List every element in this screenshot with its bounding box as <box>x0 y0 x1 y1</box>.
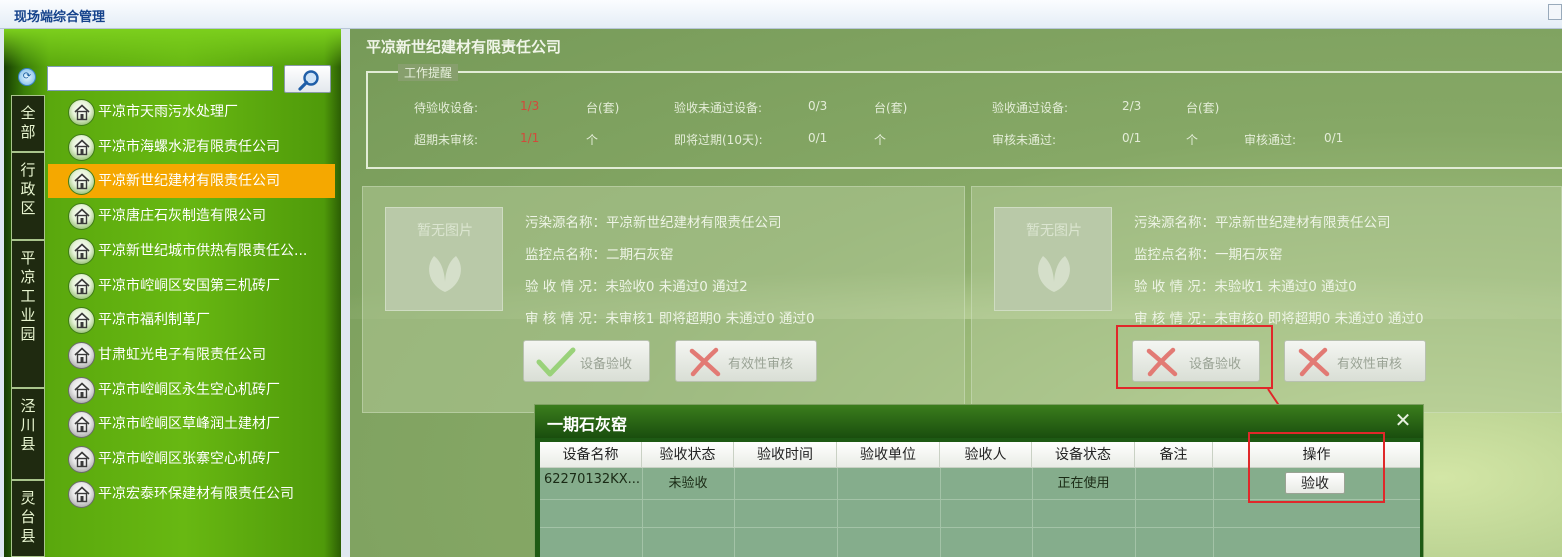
col-device-name[interactable]: 设备名称 <box>540 442 642 468</box>
expiring-value[interactable]: 0/1 <box>808 131 827 145</box>
company-name: 平凉市崆峒区安国第三机砖厂 <box>98 277 280 294</box>
company-status-icon <box>68 133 95 161</box>
col-accept-status[interactable]: 验收状态 <box>642 442 734 468</box>
no-image-placeholder: 暂无图片 <box>385 207 503 311</box>
company-item[interactable]: 甘肃虹光电子有限责任公司 <box>48 338 335 372</box>
dialog-title: 一期石灰窑 <box>547 415 628 434</box>
refresh-icon[interactable]: ⟳ <box>18 68 36 86</box>
company-item[interactable]: 平凉市崆峒区草峰润土建材厂 <box>48 407 335 441</box>
company-status-icon <box>68 99 95 126</box>
company-item[interactable]: 平凉唐庄石灰制造有限公司 <box>48 199 335 233</box>
search-button[interactable] <box>284 65 331 93</box>
col-acceptor[interactable]: 验收人 <box>940 442 1032 468</box>
window-restore-button[interactable] <box>1548 4 1562 20</box>
factory-icon <box>74 347 90 364</box>
factory-icon <box>74 277 90 294</box>
validity-review-button-phase1[interactable]: 有效性审核 <box>1284 340 1426 382</box>
failed-value[interactable]: 0/3 <box>808 99 827 113</box>
company-status-icon <box>68 307 95 335</box>
company-item[interactable]: 平凉宏泰环保建材有限责任公司 <box>48 477 335 511</box>
device-accept-button-phase2[interactable]: 设备验收 <box>523 340 650 382</box>
company-name: 甘肃虹光电子有限责任公司 <box>98 346 266 363</box>
company-name: 平凉唐庄石灰制造有限公司 <box>98 208 266 225</box>
company-name: 平凉市崆峒区张寨空心机砖厂 <box>98 451 280 467</box>
company-item[interactable]: 平凉市海螺水泥有限责任公司 <box>48 130 335 164</box>
review-pass-value[interactable]: 0/1 <box>1324 131 1343 145</box>
company-item[interactable]: 平凉市崆峒区安国第三机砖厂 <box>48 269 335 303</box>
company-name: 平凉市海螺水泥有限责任公司 <box>98 138 280 155</box>
leaf-icon <box>1038 256 1070 292</box>
company-status-icon <box>68 376 95 404</box>
company-status-icon <box>68 168 95 196</box>
company-status-icon <box>68 341 95 369</box>
col-accept-time[interactable]: 验收时间 <box>734 442 837 468</box>
no-image-placeholder: 暂无图片 <box>994 207 1112 311</box>
company-item[interactable]: 平凉新世纪城市供热有限责任公... <box>48 234 335 268</box>
page-title: 平凉新世纪建材有限责任公司 <box>366 38 562 56</box>
passed-value[interactable]: 2/3 <box>1122 99 1141 113</box>
company-name: 平凉宏泰环保建材有限责任公司 <box>98 485 294 502</box>
search-icon <box>298 70 319 91</box>
col-remark[interactable]: 备注 <box>1135 442 1213 468</box>
cross-icon <box>1298 347 1330 377</box>
pending-value[interactable]: 1/3 <box>520 99 539 113</box>
factory-icon <box>74 243 90 259</box>
region-tab-district[interactable]: 行政区 <box>11 152 45 240</box>
factory-icon <box>74 451 90 468</box>
table-row-accept-status: 未验收 <box>668 476 708 491</box>
region-tab-industrial-park[interactable]: 平凉工业园 <box>11 240 45 388</box>
company-name: 平凉新世纪城市供热有限责任公... <box>98 242 308 259</box>
col-accept-unit[interactable]: 验收单位 <box>837 442 940 468</box>
company-item[interactable]: 平凉市天雨污水处理厂 <box>48 95 335 129</box>
company-name: 平凉市崆峒区永生空心机砖厂 <box>98 381 280 398</box>
close-icon[interactable]: ✕ <box>1393 410 1413 430</box>
company-name: 平凉新世纪建材有限责任公司 <box>98 173 280 190</box>
company-name: 平凉市崆峒区草峰润土建材厂 <box>98 416 280 433</box>
table-row-device-status: 正在使用 <box>1057 476 1110 491</box>
highlight-box-accept <box>1116 325 1273 389</box>
company-item[interactable]: 平凉新世纪建材有限责任公司 <box>48 164 335 199</box>
work-summary: 工作提醒 待验收设备: 1/3 台(套) 验收未通过设备: 0/3 台(套) 验… <box>366 64 1562 169</box>
review-fail-value[interactable]: 0/1 <box>1122 131 1141 145</box>
validity-review-button-phase2[interactable]: 有效性审核 <box>675 340 817 382</box>
factory-icon <box>74 208 90 225</box>
overdue-value[interactable]: 1/1 <box>520 131 539 145</box>
company-status-icon <box>68 411 95 439</box>
company-item[interactable]: 平凉市崆峒区张寨空心机砖厂 <box>48 442 335 476</box>
cross-icon <box>689 347 721 377</box>
factory-icon <box>74 382 90 398</box>
table-row-device-name[interactable]: 62270132KX... <box>544 472 640 487</box>
region-tab-jingchuan[interactable]: 泾川县 <box>11 388 45 480</box>
factory-icon <box>74 312 90 329</box>
col-device-status[interactable]: 设备状态 <box>1032 442 1135 468</box>
window-titlebar: 现场端综合管理 <box>0 0 1562 29</box>
factory-icon <box>74 173 90 190</box>
factory-icon <box>74 416 90 433</box>
company-name: 平凉市福利制革厂 <box>98 312 210 329</box>
company-status-icon <box>68 272 95 300</box>
work-summary-legend: 工作提醒 <box>398 64 459 81</box>
sidebar: ⟳ 全部 行政区 平凉工业园 泾川县 灵台县 平凉市天雨污水处理厂平凉市海螺水泥… <box>4 29 341 557</box>
factory-icon <box>74 486 90 502</box>
company-status-icon <box>68 446 95 473</box>
company-item[interactable]: 平凉市福利制革厂 <box>48 303 335 337</box>
monitor-card-phase2: 暂无图片 污染源名称：平凉新世纪建材有限责任公司 监控点名称：二期石灰窑 验 收… <box>362 186 965 413</box>
region-tab-lingtai[interactable]: 灵台县 <box>11 480 45 557</box>
check-icon <box>536 347 576 377</box>
company-name: 平凉市天雨污水处理厂 <box>98 104 238 120</box>
search-input[interactable] <box>47 66 273 91</box>
factory-icon <box>74 104 90 121</box>
highlight-box-action <box>1248 432 1385 503</box>
company-status-icon <box>68 480 95 508</box>
region-tab-all[interactable]: 全部 <box>11 95 45 152</box>
window-title: 现场端综合管理 <box>14 10 106 25</box>
company-item[interactable]: 平凉市崆峒区永生空心机砖厂 <box>48 373 335 407</box>
region-tabs: 全部 行政区 平凉工业园 泾川县 灵台县 <box>11 95 45 557</box>
company-status-icon <box>68 237 95 265</box>
company-status-icon <box>68 203 95 231</box>
factory-icon <box>74 139 90 155</box>
leaf-icon <box>429 256 461 292</box>
